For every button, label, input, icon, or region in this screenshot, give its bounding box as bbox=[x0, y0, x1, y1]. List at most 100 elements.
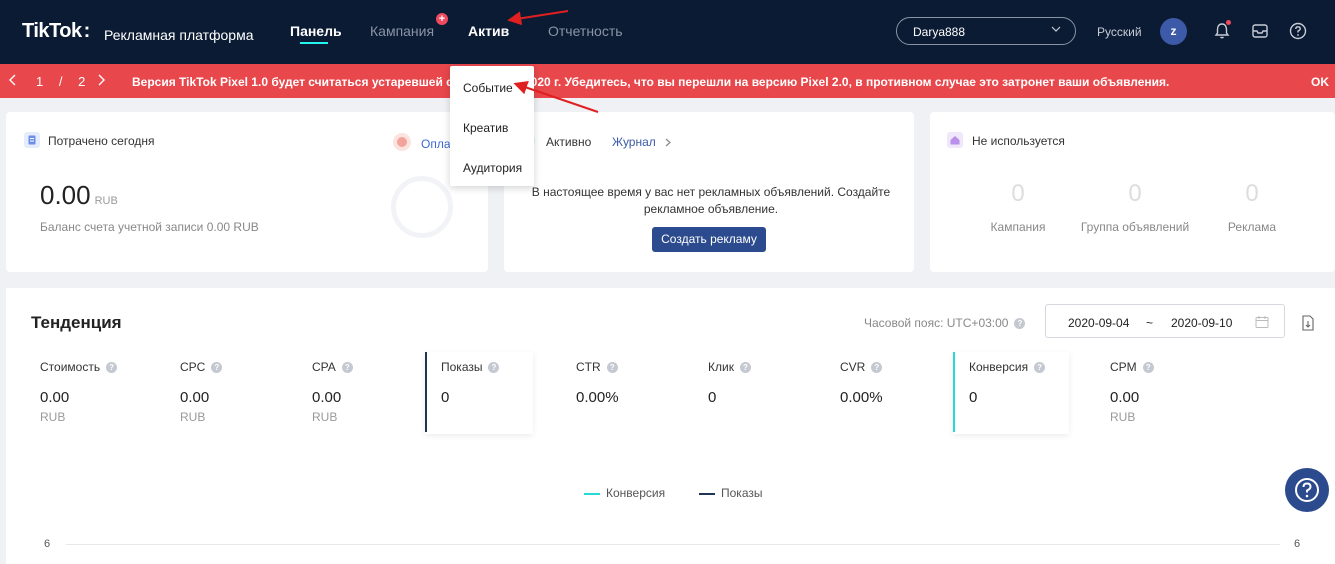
nav-dashboard[interactable]: Панель bbox=[290, 23, 342, 39]
help-icon[interactable]: ? bbox=[1142, 362, 1154, 374]
y-axis-right-top: 6 bbox=[1294, 538, 1301, 550]
metric-value: 0.00 bbox=[180, 389, 210, 406]
metric-cpa[interactable]: CPA? 0.00 RUB bbox=[312, 360, 420, 434]
legend-conversion[interactable]: Конверсия bbox=[584, 486, 665, 500]
metric-label-text: CVR bbox=[840, 360, 866, 374]
metric-selected-bar bbox=[953, 352, 955, 432]
user-avatar[interactable]: z bbox=[1160, 18, 1187, 45]
help-chat-button[interactable] bbox=[1285, 468, 1329, 512]
date-separator: ~ bbox=[1146, 316, 1154, 330]
metric-label-text: CPM bbox=[1110, 360, 1137, 374]
announcement-banner: 1 / 2 Версия TikTok Pixel 1.0 будет счит… bbox=[0, 64, 1335, 98]
metric-impressions[interactable]: Показы? 0 bbox=[425, 352, 533, 434]
banner-ok-button[interactable]: OK bbox=[1311, 75, 1329, 89]
platform-subtitle: Рекламная платформа bbox=[104, 27, 254, 43]
log-link[interactable]: Журнал bbox=[612, 135, 672, 149]
metric-value: 0.00% bbox=[840, 389, 883, 406]
help-icon[interactable] bbox=[1288, 21, 1308, 41]
spent-today-card: Потрачено сегодня 0.00 RUB Баланс счета у… bbox=[6, 112, 488, 272]
metric-cost[interactable]: Стоимость? 0.00 RUB bbox=[40, 360, 148, 434]
date-from: 2020-09-04 bbox=[1068, 316, 1130, 330]
spent-today-title: Потрачено сегодня bbox=[48, 134, 155, 148]
metric-unit: RUB bbox=[1110, 410, 1136, 424]
assets-dropdown-menu: Событие Креатив Аудитория bbox=[450, 66, 534, 186]
metric-label-text: Клик bbox=[708, 360, 734, 374]
metric-label: CPA? bbox=[312, 360, 353, 374]
metric-ctr[interactable]: CTR? 0.00% bbox=[576, 360, 684, 434]
coin-icon bbox=[393, 133, 411, 151]
language-selector[interactable]: Русский bbox=[1097, 25, 1142, 39]
chevron-left-icon[interactable] bbox=[6, 73, 20, 87]
unused-card: Не используется 0 Кампания 0 Группа объя… bbox=[930, 112, 1335, 272]
create-ad-button[interactable]: Создать рекламу bbox=[652, 227, 766, 252]
help-icon[interactable]: ? bbox=[106, 362, 118, 374]
metric-cvr[interactable]: CVR? 0.00% bbox=[840, 360, 948, 434]
metric-label: CTR? bbox=[576, 360, 618, 374]
metric-label: Стоимость? bbox=[40, 360, 118, 374]
export-icon[interactable] bbox=[1301, 315, 1315, 331]
metric-value: 0.00 bbox=[40, 389, 70, 406]
date-range-picker[interactable]: 2020-09-04 ~ 2020-09-10 bbox=[1045, 304, 1285, 338]
log-link-label: Журнал bbox=[612, 135, 656, 149]
menu-item-event[interactable]: Событие bbox=[463, 81, 513, 95]
account-selector[interactable]: Darya888 bbox=[896, 17, 1076, 45]
timezone-text: Часовой пояс: UTC+03:00 bbox=[864, 316, 1009, 330]
help-icon[interactable]: ? bbox=[341, 362, 353, 374]
logo-text: TikTok bbox=[22, 20, 82, 42]
banner-pagination: 1 / 2 bbox=[36, 74, 92, 89]
help-icon bbox=[1295, 478, 1319, 502]
unused-title: Не используется bbox=[972, 134, 1065, 148]
nav-active-indicator bbox=[300, 42, 328, 44]
help-icon[interactable]: ? bbox=[606, 362, 618, 374]
spent-value: 0.00 bbox=[40, 180, 91, 210]
unused-ad-count: 0 bbox=[1245, 180, 1259, 207]
metric-cpm[interactable]: CPM? 0.00 RUB bbox=[1110, 360, 1218, 434]
spent-amount: 0.00 RUB bbox=[40, 180, 118, 211]
chevron-right-icon[interactable] bbox=[94, 73, 108, 87]
nav-assets[interactable]: Актив bbox=[468, 23, 509, 39]
metric-clicks[interactable]: Клик? 0 bbox=[708, 360, 816, 434]
help-icon[interactable]: ? bbox=[1014, 318, 1026, 330]
nav-campaign[interactable]: Кампания bbox=[370, 23, 434, 39]
metric-cpc[interactable]: CPC? 0.00 RUB bbox=[180, 360, 288, 434]
metric-label: CPC? bbox=[180, 360, 223, 374]
menu-item-audience[interactable]: Аудитория bbox=[463, 161, 522, 175]
nav-reporting[interactable]: Отчетность bbox=[548, 23, 623, 39]
metric-label-text: Показы bbox=[441, 360, 483, 374]
y-axis-left-top: 6 bbox=[44, 538, 51, 550]
metric-label: CPM? bbox=[1110, 360, 1154, 374]
menu-item-creative[interactable]: Креатив bbox=[463, 121, 508, 135]
help-icon[interactable]: ? bbox=[739, 362, 751, 374]
top-navigation: TikTok: Рекламная платформа Панель Кампа… bbox=[0, 0, 1335, 64]
legend-swatch bbox=[584, 492, 600, 495]
chart-gridline bbox=[66, 544, 1280, 545]
legend-impressions[interactable]: Показы bbox=[699, 486, 762, 500]
metric-value: 0 bbox=[969, 389, 978, 406]
metric-unit: RUB bbox=[40, 410, 66, 424]
metric-selected-bar bbox=[425, 352, 427, 432]
no-ads-message: В настоящее время у вас нет рекламных об… bbox=[531, 185, 891, 216]
metric-label: CVR? bbox=[840, 360, 883, 374]
metric-conversion[interactable]: Конверсия? 0 bbox=[953, 352, 1069, 434]
metric-value: 0.00 bbox=[1110, 389, 1140, 406]
account-name: Darya888 bbox=[913, 25, 966, 39]
legend-label: Показы bbox=[721, 486, 763, 500]
active-status: Активно bbox=[546, 135, 592, 149]
help-icon[interactable]: ? bbox=[488, 362, 500, 374]
trend-panel: Тенденция Часовой пояс: UTC+03:00? 2020-… bbox=[6, 288, 1335, 564]
metric-label: Клик? bbox=[708, 360, 751, 374]
metric-label-text: Конверсия bbox=[969, 360, 1029, 374]
campaign-new-badge: + bbox=[436, 13, 448, 25]
help-icon[interactable]: ? bbox=[211, 362, 223, 374]
mailbox-icon[interactable] bbox=[1250, 21, 1270, 41]
metric-label: Показы? bbox=[441, 360, 500, 374]
metric-value: 0 bbox=[708, 389, 717, 406]
metric-value: 0.00 bbox=[312, 389, 342, 406]
chevron-down-icon bbox=[1051, 26, 1061, 32]
legend-swatch bbox=[699, 492, 715, 495]
tiktok-logo[interactable]: TikTok: bbox=[22, 20, 96, 43]
help-icon[interactable]: ? bbox=[871, 362, 883, 374]
timezone-label: Часовой пояс: UTC+03:00? bbox=[864, 316, 1026, 330]
metric-label-text: CPA bbox=[312, 360, 336, 374]
help-icon[interactable]: ? bbox=[1034, 362, 1046, 374]
